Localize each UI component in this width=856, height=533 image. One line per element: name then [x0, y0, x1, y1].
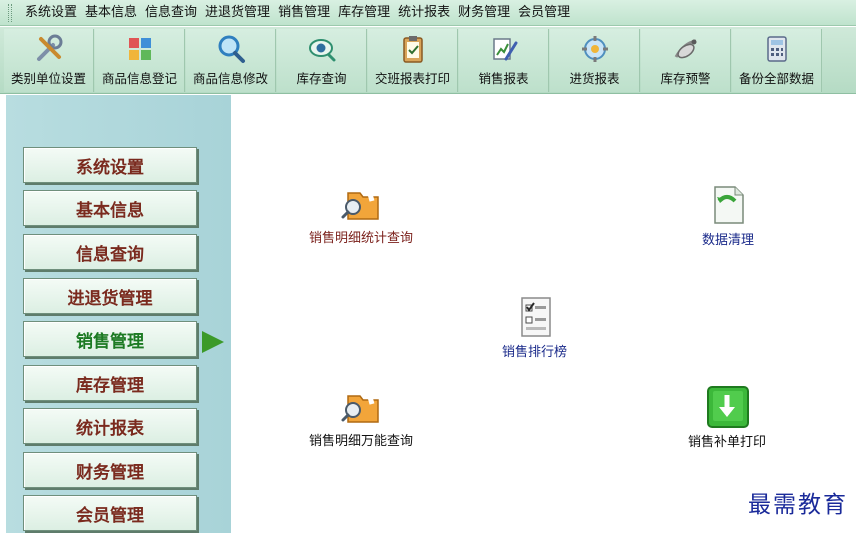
toolbar-category-unit-button[interactable]: 类别单位设置 [4, 29, 94, 92]
menu-info-query[interactable]: 信息查询 [142, 1, 202, 25]
folder-search-icon [338, 181, 384, 225]
sidebar-item-finance[interactable]: 财务管理 [23, 452, 197, 488]
menu-bar: 系统设置 基本信息 信息查询 进退货管理 销售管理 库存管理 统计报表 财务管理… [0, 0, 856, 26]
menu-inventory[interactable]: 库存管理 [335, 1, 395, 25]
checklist-document-icon [512, 295, 558, 339]
gear-globe-icon [578, 33, 612, 65]
toolbar-label: 进货报表 [569, 71, 620, 86]
toolbar-backup-data-button[interactable]: 备份全部数据 [732, 29, 822, 92]
active-indicator-arrow-icon [202, 331, 224, 353]
toolbar-label: 商品信息登记 [101, 71, 177, 86]
main-item-label: 销售明细万能查询 [309, 434, 414, 449]
main-panel: 销售明细统计查询 数据清理 销售排行榜 销售明细万能查询 销售补单打印 [231, 95, 856, 533]
main-item-label: 销售明细统计查询 [309, 231, 414, 246]
main-item-label: 数据清理 [702, 233, 755, 248]
toolbar-label: 备份全部数据 [738, 71, 814, 86]
sidebar-item-basic-info[interactable]: 基本信息 [23, 190, 197, 226]
green-download-icon [704, 385, 750, 429]
toolbar-label: 商品信息修改 [192, 71, 268, 86]
sales-detail-stat-query-button[interactable]: 销售明细统计查询 [309, 181, 413, 246]
sales-detail-universal-query-button[interactable]: 销售明细万能查询 [309, 384, 413, 449]
menu-basic-info[interactable]: 基本信息 [82, 1, 142, 25]
menu-grip [8, 4, 12, 22]
menu-reports[interactable]: 统计报表 [395, 1, 455, 25]
toolbar-label: 库存预警 [660, 71, 711, 86]
watermark: 最需教育 [748, 492, 848, 518]
sidebar-item-reports[interactable]: 统计报表 [23, 408, 197, 444]
menu-sales[interactable]: 销售管理 [275, 1, 335, 25]
menu-members[interactable]: 会员管理 [515, 1, 575, 25]
eye-search-icon [305, 33, 339, 65]
tools-icon [32, 33, 66, 65]
magnifier-icon [214, 33, 248, 65]
data-cleanup-button[interactable]: 数据清理 [702, 183, 754, 248]
sidebar-item-inventory[interactable]: 库存管理 [23, 365, 197, 401]
menu-purchase-return[interactable]: 进退货管理 [202, 1, 275, 25]
main-item-label: 销售排行榜 [502, 345, 568, 360]
folder-search-icon [338, 384, 384, 428]
toolbar-label: 类别单位设置 [10, 71, 86, 86]
sidebar-item-sales[interactable]: 销售管理 [23, 321, 197, 357]
menu-finance[interactable]: 财务管理 [455, 1, 515, 25]
toolbar-label: 库存查询 [296, 71, 347, 86]
toolbar-product-register-button[interactable]: 商品信息登记 [95, 29, 185, 92]
calculator-icon [760, 33, 794, 65]
toolbar-label: 交班报表打印 [374, 71, 450, 86]
puzzle-icon [123, 33, 157, 65]
main-item-label: 销售补单打印 [688, 435, 767, 450]
toolbar-label: 销售报表 [478, 71, 529, 86]
toolbar-inventory-query-button[interactable]: 库存查询 [277, 29, 367, 92]
sidebar: 系统设置 基本信息 信息查询 进退货管理 销售管理 库存管理 统计报表 财务管理… [6, 95, 231, 533]
pen-chart-icon [487, 33, 521, 65]
sidebar-item-system-settings[interactable]: 系统设置 [23, 147, 197, 183]
document-recycle-icon [705, 183, 751, 227]
sales-reissue-print-button[interactable]: 销售补单打印 [688, 385, 766, 450]
toolbar: 类别单位设置 商品信息登记 商品信息修改 库存查询 交班报表打印 销售报表 进货… [0, 27, 856, 94]
toolbar-sales-report-button[interactable]: 销售报表 [459, 29, 549, 92]
sidebar-item-members[interactable]: 会员管理 [23, 495, 197, 531]
sidebar-item-purchase-return[interactable]: 进退货管理 [23, 278, 197, 314]
toolbar-stock-warning-button[interactable]: 库存预警 [641, 29, 731, 92]
toolbar-product-modify-button[interactable]: 商品信息修改 [186, 29, 276, 92]
sales-ranking-button[interactable]: 销售排行榜 [502, 295, 567, 360]
clipboard-icon [396, 33, 430, 65]
toolbar-purchase-report-button[interactable]: 进货报表 [550, 29, 640, 92]
satellite-icon [669, 33, 703, 65]
sidebar-item-info-query[interactable]: 信息查询 [23, 234, 197, 270]
menu-system-settings[interactable]: 系统设置 [22, 1, 82, 25]
toolbar-shift-report-print-button[interactable]: 交班报表打印 [368, 29, 458, 92]
